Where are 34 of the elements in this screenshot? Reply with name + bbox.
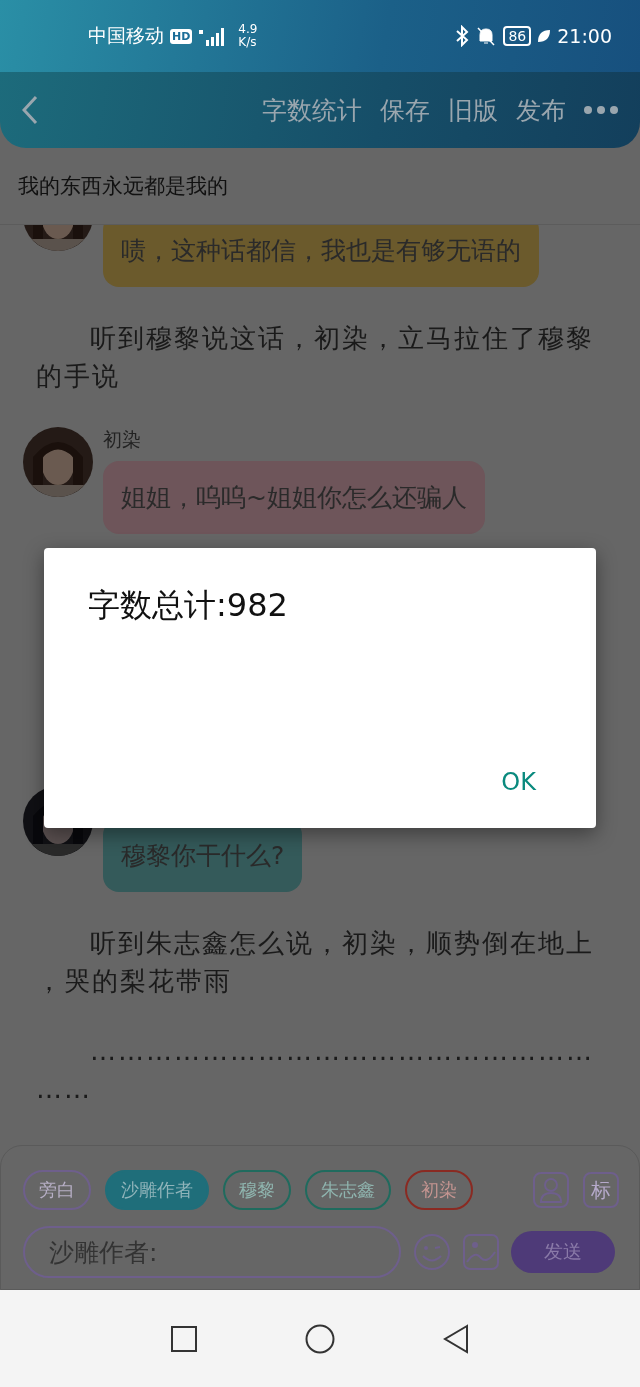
home-circle-icon[interactable] (305, 1323, 335, 1354)
chat-bubble: 啧，这种话都信，我也是有够无语的 (103, 225, 539, 287)
role-chip[interactable]: 旁白 (23, 1170, 91, 1210)
more-icon[interactable] (584, 106, 618, 114)
ok-button[interactable]: OK (485, 762, 552, 802)
speaker-name: 初染 (103, 427, 142, 452)
carrier-name: 中国移动 (88, 23, 164, 48)
narration-text: …………………………………………………… (36, 1035, 595, 1106)
narration-text: 听到朱志鑫怎么说，初染，顺势倒在地上，哭的梨花带雨 (36, 927, 595, 998)
chat-bubble: 姐姐，呜呜~姐姐你怎么还骗人 (103, 461, 485, 534)
speed-unit: K/s (238, 36, 258, 49)
network-badge: HD (170, 28, 193, 44)
battery-level: 86 (503, 26, 532, 46)
header-action[interactable]: 旧版 (448, 93, 498, 127)
story-title: 我的东西永远都是我的 (18, 173, 228, 200)
clock-time: 21:00 (557, 25, 612, 47)
back-triangle-icon[interactable] (443, 1323, 469, 1354)
speed-value: 4.9 (238, 23, 258, 36)
tag-button[interactable]: 标 (583, 1172, 619, 1208)
role-chip[interactable]: 穆黎 (223, 1170, 291, 1210)
role-chip[interactable]: 沙雕作者 (105, 1170, 209, 1210)
header-action[interactable]: 字数统计 (262, 93, 362, 127)
header-action[interactable]: 保存 (380, 93, 430, 127)
dialog-message: 字数总计:982 (88, 585, 289, 626)
bell-muted-icon (475, 25, 498, 47)
narration-text: 听到穆黎说这话，初染，立马拉住了穆黎的手说 (36, 322, 595, 393)
send-button[interactable]: 发送 (511, 1231, 615, 1273)
bluetooth-icon (455, 25, 470, 47)
header-action[interactable]: 发布 (516, 93, 566, 127)
back-icon[interactable] (22, 95, 38, 125)
leaf-icon (537, 29, 552, 43)
role-chip[interactable]: 初染 (405, 1170, 473, 1210)
role-chip[interactable]: 朱志鑫 (305, 1170, 391, 1210)
square-icon[interactable] (171, 1325, 197, 1352)
